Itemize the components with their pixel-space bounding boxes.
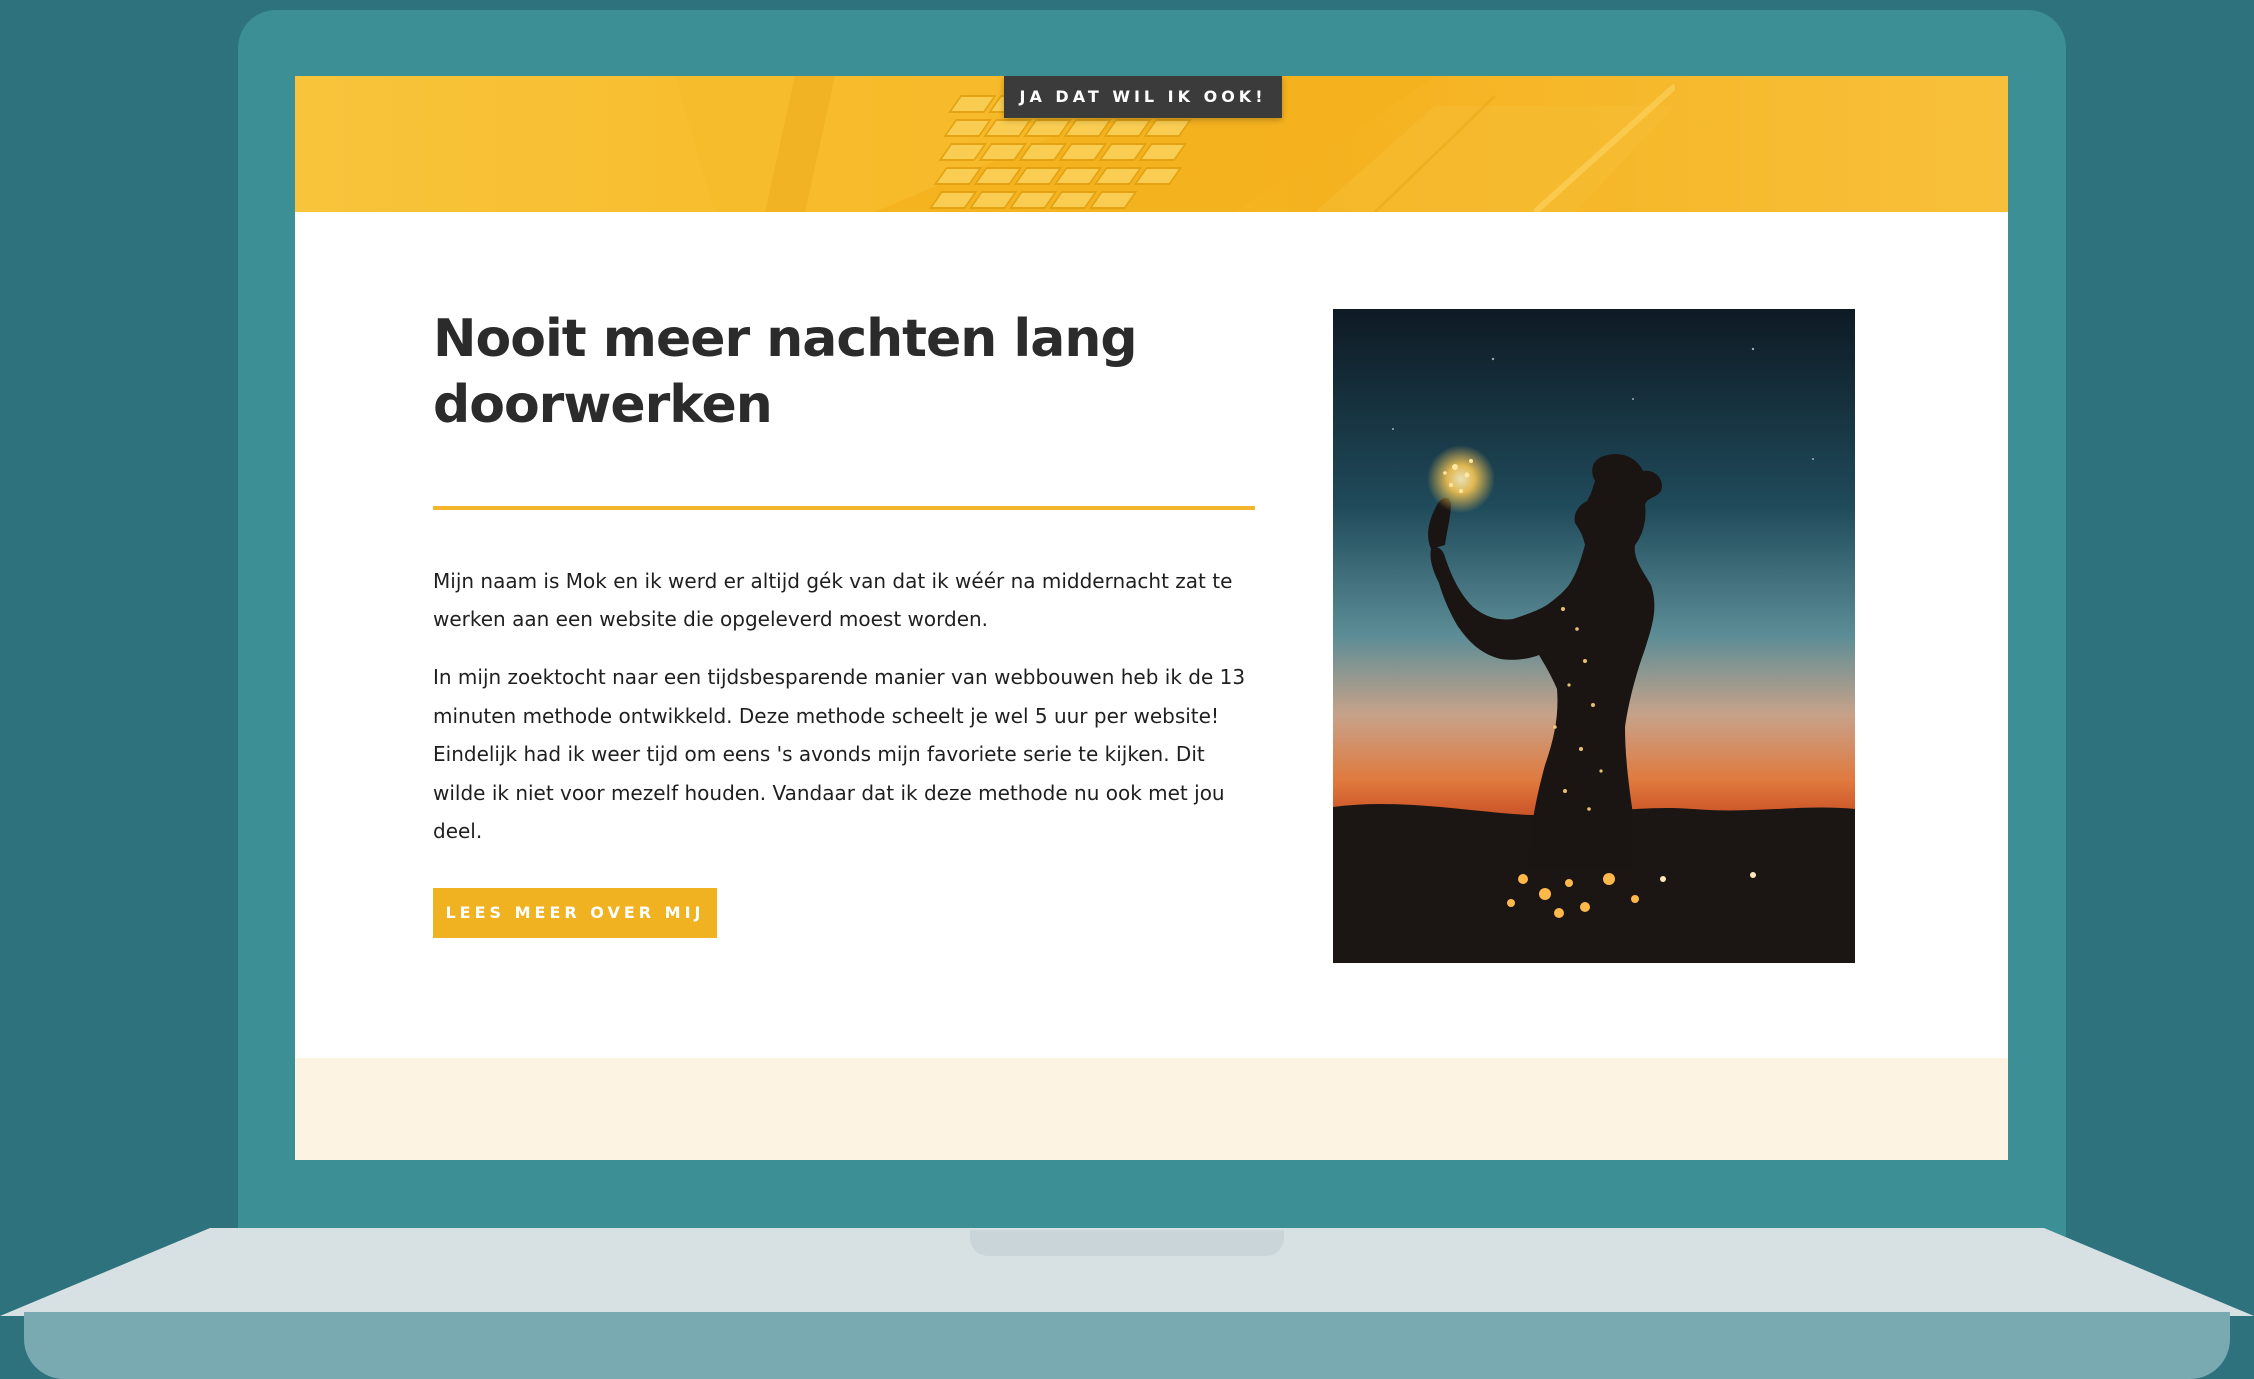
body-paragraph: In mijn zoektocht naar een tijdsbesparen… <box>433 665 1246 843</box>
intro-paragraph: Mijn naam is Mok en ik werd er altijd gé… <box>433 569 1233 631</box>
page-title: Nooit meer nachten lang doorwerken <box>433 309 1138 435</box>
read-more-button[interactable]: LEES MEER OVER MIJ <box>433 888 717 938</box>
hero-banner: JA DAT WIL IK OOK! <box>295 76 2008 212</box>
title-divider <box>433 506 1255 510</box>
laptop-trackpad-notch <box>970 1230 1284 1256</box>
laptop-base-front <box>24 1312 2230 1379</box>
silhouette-photo <box>1333 309 1855 963</box>
next-section-band <box>295 1058 2008 1160</box>
laptop-screen: JA DAT WIL IK OOK! Nooit meer nachten la… <box>295 76 2008 1160</box>
top-cta-button[interactable]: JA DAT WIL IK OOK! <box>1004 76 1282 118</box>
